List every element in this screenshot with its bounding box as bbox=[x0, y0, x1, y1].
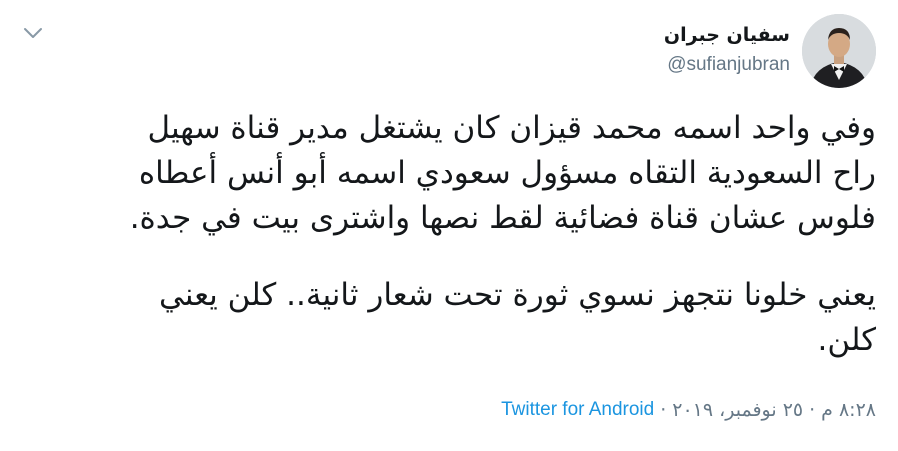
tweet-source-link[interactable]: Twitter for Android bbox=[501, 399, 654, 421]
author-display-name[interactable]: سفيان جبران bbox=[664, 24, 790, 46]
meta-separator: · bbox=[809, 399, 816, 421]
avatar[interactable] bbox=[802, 14, 876, 88]
tweet-time[interactable]: ٨:٢٨ م bbox=[821, 399, 876, 421]
author-names: سفيان جبران @sufianjubran bbox=[664, 24, 790, 76]
tweet-paragraph: وفي واحد اسمه محمد قيزان كان يشتغل مدير … bbox=[129, 110, 876, 236]
tweet-date[interactable]: ٢٥ نوفمبر، ٢٠١٩ bbox=[672, 399, 803, 421]
tweet-text: وفي واحد اسمه محمد قيزان كان يشتغل مدير … bbox=[24, 106, 876, 363]
tweet-meta: ٨:٢٨ م · ٢٥ نوفمبر، ٢٠١٩ · Twitter for A… bbox=[501, 399, 876, 421]
tweet-paragraph: يعني خلونا نتجهز نسوي ثورة تحت شعار ثاني… bbox=[159, 277, 876, 358]
tweet-card: سفيان جبران @sufianjubran وفي واحد اسمه … bbox=[0, 0, 898, 451]
author-header: سفيان جبران @sufianjubran bbox=[664, 14, 876, 88]
meta-separator: · bbox=[660, 399, 667, 421]
chevron-down-icon[interactable] bbox=[22, 22, 44, 44]
author-handle[interactable]: @sufianjubran bbox=[667, 54, 790, 76]
